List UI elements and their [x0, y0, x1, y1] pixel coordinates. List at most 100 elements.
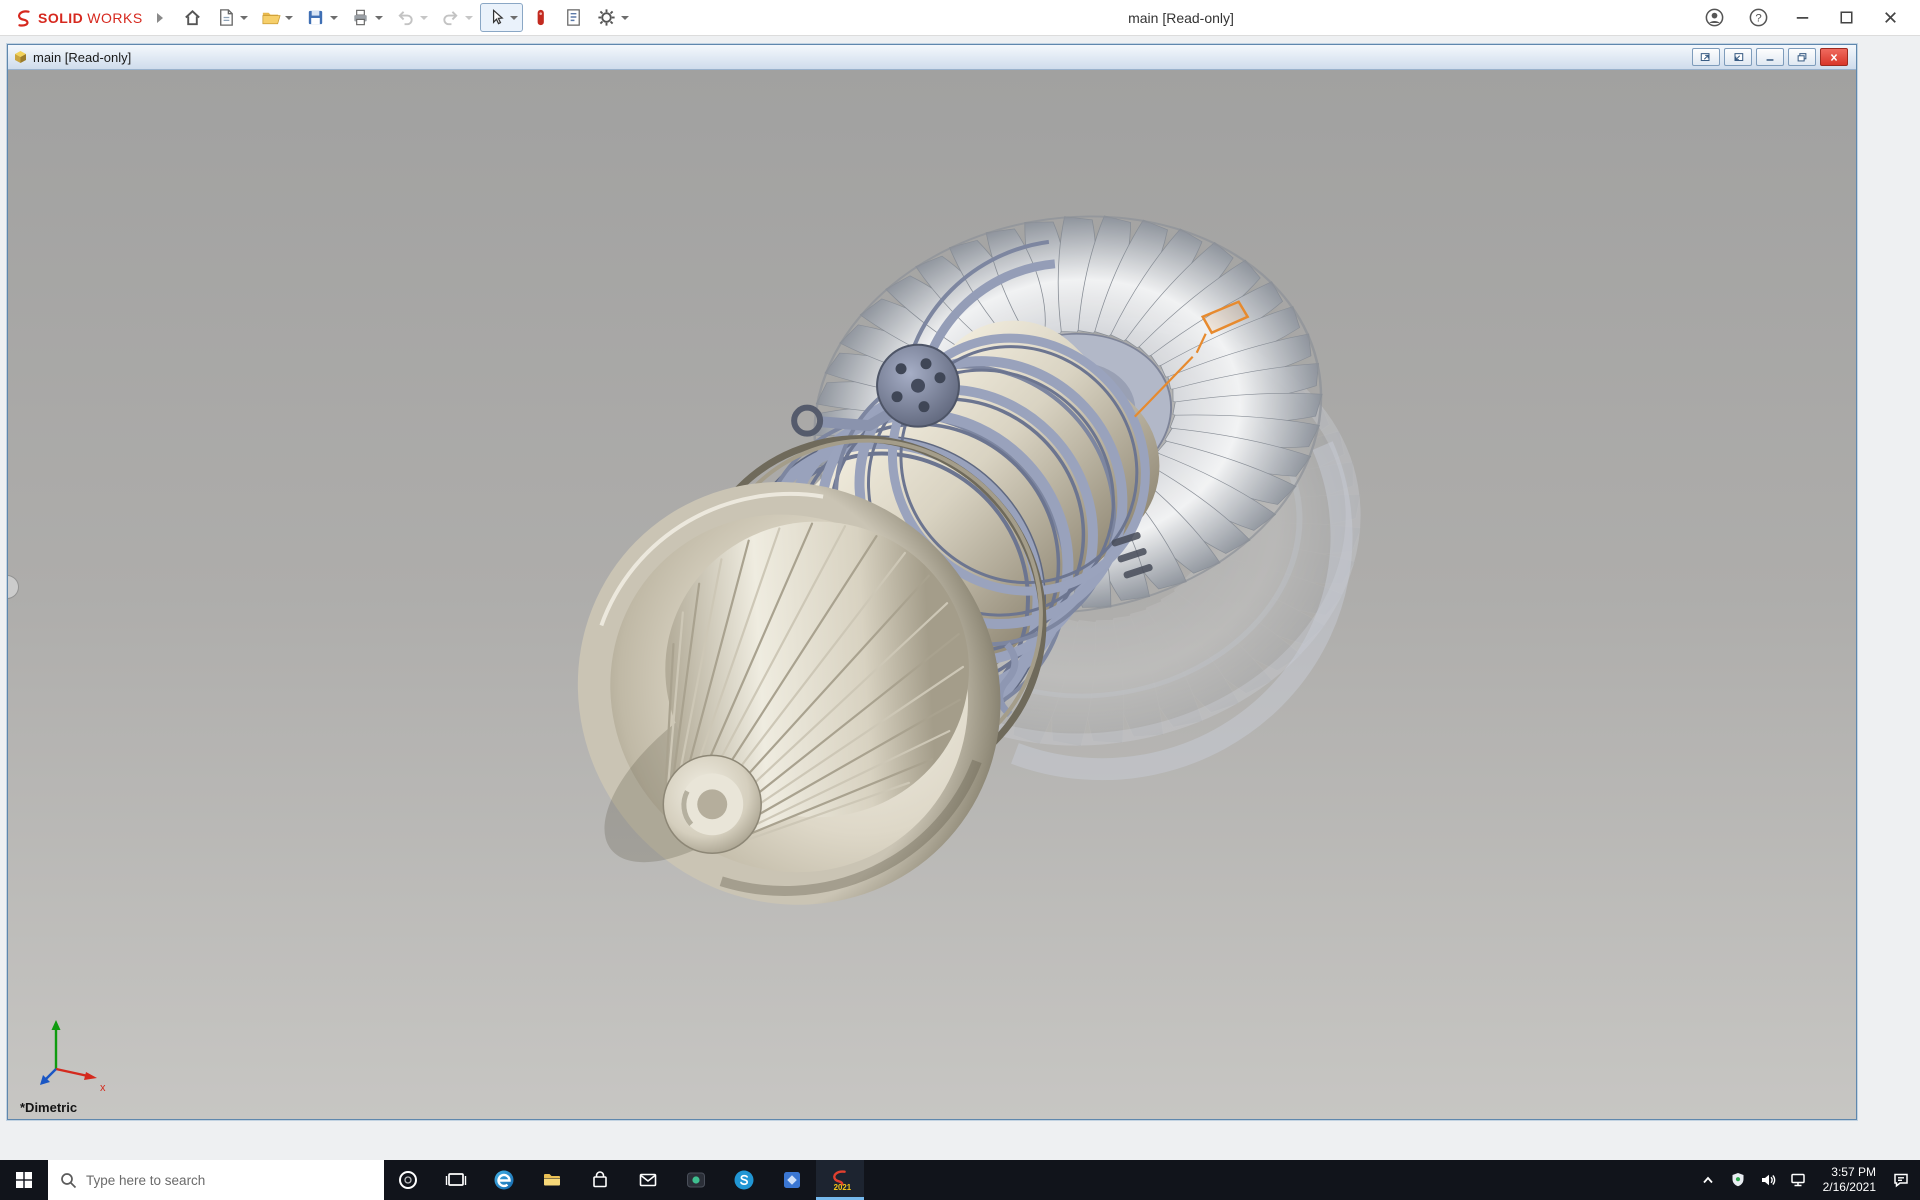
svg-text:?: ?: [1755, 13, 1761, 25]
taskbar-app-photos[interactable]: [768, 1160, 816, 1200]
brand-text-solid: SOLID: [38, 10, 83, 26]
save-icon: [305, 7, 326, 28]
shield-icon: [1729, 1171, 1747, 1189]
defender-tray-button[interactable]: [1723, 1160, 1753, 1200]
search-input[interactable]: [86, 1173, 372, 1188]
solidworks-taskbar-icon: 2021: [828, 1168, 852, 1192]
undo-button[interactable]: [390, 3, 433, 32]
doc-close-button[interactable]: [1820, 48, 1848, 66]
solidworks-logo: SOLIDWORKS: [8, 8, 149, 28]
minimize-icon: [1792, 7, 1813, 28]
assembly-cube-icon: [14, 50, 27, 64]
file-properties-button[interactable]: [558, 3, 589, 32]
tile-window-icon: [1700, 52, 1712, 63]
save-button[interactable]: [300, 3, 343, 32]
hidden-icons-button[interactable]: [1693, 1160, 1723, 1200]
screen-recorder-icon: [684, 1168, 708, 1192]
open-folder-icon: [260, 7, 281, 28]
orientation-triad: x: [32, 1013, 112, 1093]
brand-text-works: WORKS: [87, 10, 142, 26]
windows-logo-icon: [12, 1168, 36, 1192]
clock-time: 3:57 PM: [1831, 1165, 1876, 1180]
redo-icon: [440, 7, 461, 28]
doc-minimize-button[interactable]: [1756, 48, 1784, 66]
taskbar-app-edge[interactable]: [480, 1160, 528, 1200]
volume-tray-button[interactable]: [1753, 1160, 1783, 1200]
action-center-icon: [1892, 1171, 1910, 1189]
macro-pill-icon: [530, 7, 551, 28]
viewport-3d[interactable]: x *Dimetric: [8, 70, 1856, 1119]
chevron-down-icon[interactable]: [510, 16, 518, 20]
svg-text:2021: 2021: [834, 1183, 852, 1192]
app-titlebar: SOLIDWORKS: [0, 0, 1920, 36]
cortana-button[interactable]: [384, 1160, 432, 1200]
print-icon: [350, 7, 371, 28]
taskbar-app-recorder[interactable]: [672, 1160, 720, 1200]
app-window-title: main [Read-only]: [1128, 10, 1234, 26]
mail-icon: [636, 1168, 660, 1192]
redo-button[interactable]: [435, 3, 478, 32]
chevron-down-icon[interactable]: [285, 16, 293, 20]
toolbar-expander-button[interactable]: [149, 9, 171, 27]
macro-button[interactable]: [525, 3, 556, 32]
open-button[interactable]: [255, 3, 298, 32]
home-icon: [182, 7, 203, 28]
chevron-down-icon[interactable]: [330, 16, 338, 20]
view-orientation-label: *Dimetric: [20, 1100, 77, 1115]
user-account-button[interactable]: [1692, 0, 1736, 36]
volume-icon: [1759, 1171, 1777, 1189]
user-account-icon: [1704, 7, 1725, 28]
taskbar-search[interactable]: [48, 1160, 384, 1200]
app-close-button[interactable]: [1868, 0, 1912, 36]
store-icon: [588, 1168, 612, 1192]
taskbar-app-file-explorer[interactable]: [528, 1160, 576, 1200]
cortana-icon: [396, 1168, 420, 1192]
solidworks-logo-icon: [14, 8, 34, 28]
network-tray-button[interactable]: [1783, 1160, 1813, 1200]
triad-x-label: x: [100, 1082, 106, 1093]
undo-icon: [395, 7, 416, 28]
search-icon: [60, 1172, 77, 1189]
chevron-down-icon[interactable]: [465, 16, 473, 20]
chevron-down-icon[interactable]: [240, 16, 248, 20]
taskbar-app-solidworks[interactable]: 2021: [816, 1160, 864, 1200]
task-view-icon: [444, 1168, 468, 1192]
document-titlebar[interactable]: main [Read-only]: [8, 45, 1856, 70]
start-button[interactable]: [0, 1160, 48, 1200]
file-explorer-icon: [540, 1168, 564, 1192]
taskbar-app-store[interactable]: [576, 1160, 624, 1200]
select-tool-button[interactable]: [480, 3, 523, 32]
taskbar-clock[interactable]: 3:57 PM 2/16/2021: [1813, 1165, 1886, 1195]
action-center-button[interactable]: [1886, 1160, 1916, 1200]
taskbar-app-skype[interactable]: [720, 1160, 768, 1200]
network-icon: [1789, 1171, 1807, 1189]
app-caption-buttons: ?: [1692, 0, 1912, 36]
jet-engine-model[interactable]: [8, 70, 1856, 1119]
quick-access-toolbar: [177, 3, 634, 32]
help-button[interactable]: ?: [1736, 0, 1780, 36]
doc-restore-button[interactable]: [1788, 48, 1816, 66]
photos-icon: [780, 1168, 804, 1192]
app-minimize-button[interactable]: [1780, 0, 1824, 36]
chevron-down-icon[interactable]: [375, 16, 383, 20]
app-client-area: main [Read-only]: [0, 36, 1920, 1160]
chevron-down-icon[interactable]: [621, 16, 629, 20]
home-button[interactable]: [177, 3, 208, 32]
skype-icon: [732, 1168, 756, 1192]
options-button[interactable]: [591, 3, 634, 32]
new-window-icon: [1732, 52, 1744, 63]
task-view-button[interactable]: [432, 1160, 480, 1200]
app-maximize-button[interactable]: [1824, 0, 1868, 36]
clock-date: 2/16/2021: [1823, 1180, 1876, 1195]
tile-window-button[interactable]: [1692, 48, 1720, 66]
document-window-controls: [1692, 48, 1850, 66]
print-button[interactable]: [345, 3, 388, 32]
close-icon: [1828, 52, 1840, 63]
chevron-down-icon[interactable]: [420, 16, 428, 20]
solidworks-app-window: SOLIDWORKS: [0, 0, 1920, 1200]
new-window-button[interactable]: [1724, 48, 1752, 66]
help-icon: ?: [1748, 7, 1769, 28]
taskbar-app-mail[interactable]: [624, 1160, 672, 1200]
new-document-button[interactable]: [210, 3, 253, 32]
taskbar: 2021 3:57 PM 2/16/2021: [0, 1160, 1920, 1200]
